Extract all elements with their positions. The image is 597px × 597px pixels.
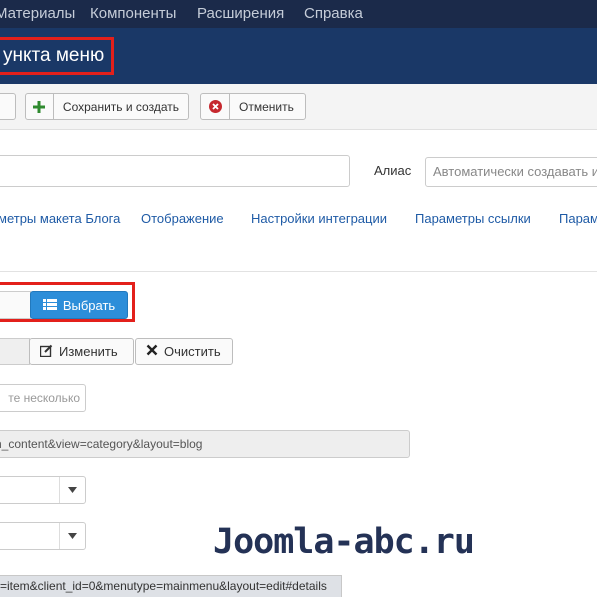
tab-page-display[interactable]: Парам — [559, 211, 597, 226]
chevron-down-icon — [59, 523, 85, 549]
tab-blog-layout[interactable]: метры макета Блога — [0, 211, 120, 226]
cancel-label: Отменить — [239, 99, 294, 114]
plus-icon — [26, 94, 54, 119]
cancel-icon — [201, 94, 230, 119]
cancel-button[interactable]: Отменить — [200, 93, 306, 120]
edit-button[interactable]: Изменить — [29, 338, 134, 365]
note-field[interactable]: те несколько — [0, 384, 86, 412]
save-and-new-button[interactable]: Сохранить и создать — [25, 93, 189, 120]
tab-integration[interactable]: Настройки интеграции — [251, 211, 387, 226]
menu-components[interactable]: Компоненты — [90, 5, 176, 22]
template-style-select[interactable] — [0, 522, 86, 550]
edit-icon — [39, 344, 53, 360]
alias-label: Алиас — [374, 163, 412, 178]
menu-content[interactable]: Материалы — [0, 5, 75, 22]
watermark: Joomla-abc.ru — [213, 522, 475, 562]
save-and-new-label: Сохранить и создать — [62, 99, 179, 114]
tabs-divider — [0, 271, 597, 272]
title-field[interactable] — [0, 155, 350, 187]
category-field — [0, 338, 30, 365]
clear-label: Очистить — [164, 344, 221, 359]
clear-icon — [146, 344, 158, 359]
top-menu-bar: Материалы Компоненты Расширения Справка — [0, 0, 597, 28]
page-title: ункта меню — [0, 37, 114, 75]
save-close-button[interactable] — [0, 93, 16, 120]
tab-display[interactable]: Отображение — [141, 211, 224, 226]
menu-extensions[interactable]: Расширения — [197, 5, 284, 22]
status-bar-url: =item&client_id=0&menutype=mainmenu&layo… — [0, 575, 342, 597]
link-field: n_content&view=category&layout=blog — [0, 430, 410, 458]
clear-button[interactable]: Очистить — [135, 338, 233, 365]
chevron-down-icon — [59, 477, 85, 503]
alias-field[interactable]: Автоматически создавать из заголовка — [425, 157, 597, 187]
menu-help[interactable]: Справка — [304, 5, 363, 22]
highlight-frame — [0, 282, 135, 322]
target-window-select[interactable] — [0, 476, 86, 504]
edit-label: Изменить — [59, 344, 118, 359]
tab-link-options[interactable]: Параметры ссылки — [415, 211, 531, 226]
